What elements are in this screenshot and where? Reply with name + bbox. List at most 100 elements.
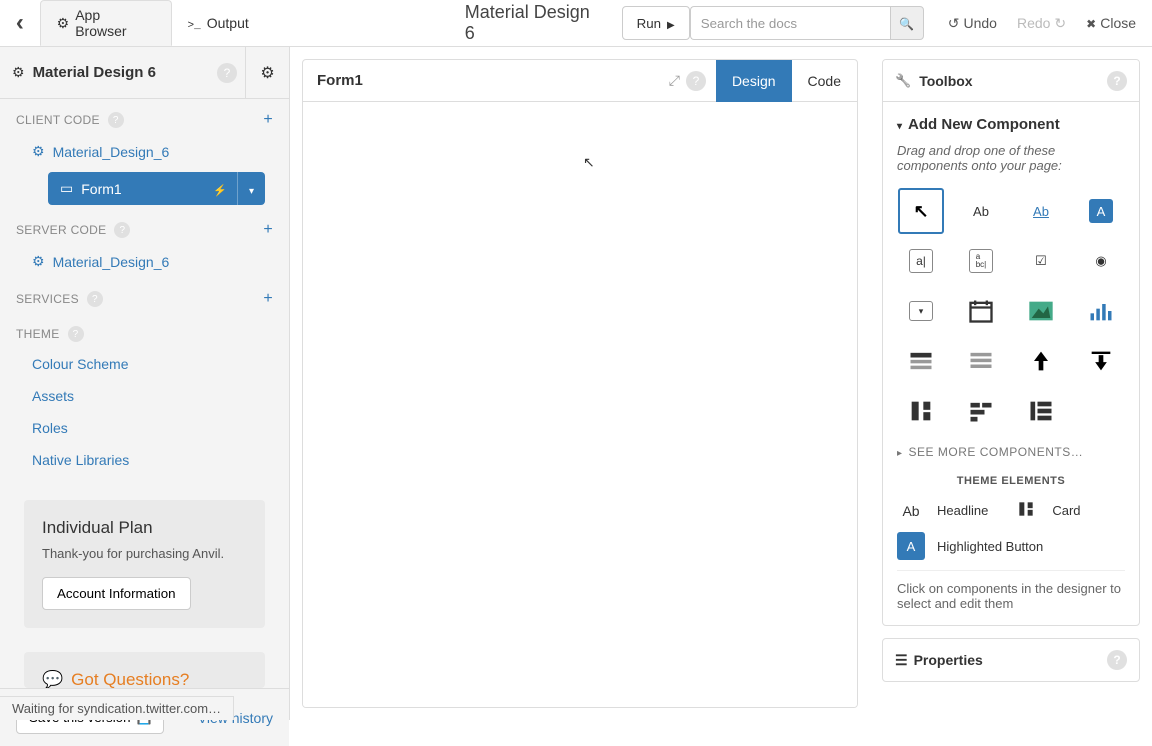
top-actions: Undo Redo Close: [924, 15, 1152, 32]
component-plot[interactable]: [1077, 287, 1125, 335]
properties-header[interactable]: Properties ?: [883, 639, 1139, 681]
tab-label: App Browser: [75, 7, 154, 39]
help-icon[interactable]: ?: [68, 326, 84, 342]
see-more-components[interactable]: SEE MORE COMPONENTS…: [897, 435, 1125, 469]
theme-elements-heading: THEME ELEMENTS: [897, 469, 1125, 499]
terminal-icon: [188, 15, 201, 32]
run-button[interactable]: Run: [622, 6, 690, 40]
form-card: Form1 ? Design Code ↖: [302, 59, 858, 708]
theme-colour-scheme[interactable]: Colour Scheme: [0, 348, 289, 380]
theme-roles[interactable]: Roles: [0, 412, 289, 444]
component-datagrid[interactable]: [897, 337, 945, 385]
component-dropdown[interactable]: ▾: [897, 287, 945, 335]
sidebar: Material Design 6 ? CLIENT CODE ? + Mate…: [0, 47, 290, 720]
component-datepicker[interactable]: [957, 287, 1005, 335]
client-module[interactable]: Material_Design_6: [0, 135, 289, 168]
component-fileloader-down[interactable]: [1077, 337, 1125, 385]
component-radio[interactable]: ◉: [1077, 237, 1125, 285]
right-panel: Toolbox ? Add New Component Drag and dro…: [870, 47, 1152, 720]
back-button[interactable]: [0, 0, 40, 46]
component-empty: [1077, 387, 1125, 435]
click-hint: Click on components in the designer to s…: [897, 570, 1125, 611]
component-image[interactable]: [1017, 287, 1065, 335]
help-icon[interactable]: ?: [217, 63, 237, 83]
redo-icon: [1054, 15, 1066, 32]
tab-app-browser[interactable]: App Browser: [40, 0, 172, 46]
search-icon: [899, 16, 914, 31]
chevron-down-icon: [897, 116, 902, 133]
run-label: Run: [637, 16, 661, 31]
cogs-icon: [32, 253, 45, 270]
help-icon[interactable]: ?: [108, 112, 124, 128]
questions-box[interactable]: 💬 Got Questions?: [24, 652, 265, 688]
section-server-code: SERVER CODE ? +: [0, 209, 289, 245]
topbar: App Browser Output Material Design 6 Run…: [0, 0, 1152, 47]
theme-native-libraries[interactable]: Native Libraries: [0, 444, 289, 476]
form-dropdown[interactable]: [237, 172, 265, 205]
help-icon[interactable]: ?: [87, 291, 103, 307]
design-canvas[interactable]: ↖: [303, 102, 857, 707]
component-button[interactable]: A: [1077, 187, 1125, 235]
center-panel: Form1 ? Design Code ↖: [290, 47, 870, 720]
component-checkbox[interactable]: ☑: [1017, 237, 1065, 285]
component-fileloader-up[interactable]: [1017, 337, 1065, 385]
component-label[interactable]: Ab: [957, 187, 1005, 235]
plan-thanks: Thank-you for purchasing Anvil.: [42, 546, 247, 561]
component-link[interactable]: Ab: [1017, 187, 1065, 235]
section-services: SERVICES ? +: [0, 278, 289, 314]
close-button[interactable]: Close: [1086, 15, 1136, 31]
add-server-code[interactable]: +: [263, 221, 273, 239]
theme-headline[interactable]: Ab Headline: [897, 499, 988, 522]
component-flow-panel[interactable]: [957, 387, 1005, 435]
component-grid: Ab Ab A a| abc| ☑ ◉ ▾: [897, 187, 1125, 435]
server-module[interactable]: Material_Design_6: [0, 245, 289, 278]
component-column-panel[interactable]: [897, 387, 945, 435]
tab-label: Output: [207, 15, 249, 31]
cogs-icon: [32, 143, 45, 160]
cursor-icon: [913, 201, 928, 222]
app-title: Material Design 6: [465, 2, 604, 44]
tab-output[interactable]: Output: [172, 0, 265, 46]
search-button[interactable]: [890, 6, 924, 40]
wrench-icon: [895, 72, 911, 89]
toolbox-header: Toolbox ?: [883, 60, 1139, 102]
gear-icon: [260, 63, 274, 83]
account-info-button[interactable]: Account Information: [42, 577, 191, 610]
help-icon[interactable]: ?: [1107, 650, 1127, 670]
add-service[interactable]: +: [263, 290, 273, 308]
form-title: Form1: [317, 72, 363, 89]
label-icon: Ab: [897, 503, 925, 519]
tab-design[interactable]: Design: [716, 60, 792, 102]
section-theme: THEME ?: [0, 314, 289, 348]
help-icon[interactable]: ?: [686, 71, 706, 91]
help-icon[interactable]: ?: [1107, 71, 1127, 91]
sliders-icon: [895, 652, 906, 669]
cogs-icon: [57, 15, 70, 32]
plan-title: Individual Plan: [42, 518, 247, 538]
add-client-code[interactable]: +: [263, 111, 273, 129]
play-icon: [667, 16, 675, 31]
toolbox-card: Toolbox ? Add New Component Drag and dro…: [882, 59, 1140, 626]
back-icon: [16, 17, 24, 34]
undo-button[interactable]: Undo: [948, 15, 997, 32]
add-component-desc: Drag and drop one of these components on…: [897, 143, 1125, 173]
component-textbox[interactable]: a|: [897, 237, 945, 285]
component-textarea[interactable]: abc|: [957, 237, 1005, 285]
component-repeating-panel[interactable]: [957, 337, 1005, 385]
close-icon: [1086, 15, 1096, 31]
component-spacer[interactable]: [897, 187, 945, 235]
card-icon: [1012, 499, 1040, 522]
sidebar-header: Material Design 6 ?: [0, 47, 289, 99]
search-input[interactable]: [690, 6, 890, 40]
theme-highlighted-button[interactable]: A Highlighted Button: [897, 532, 1125, 560]
theme-card[interactable]: Card: [1012, 499, 1080, 522]
status-bar: Waiting for syndication.twitter.com…: [0, 696, 234, 720]
tab-code[interactable]: Code: [792, 60, 857, 102]
form-item-selected[interactable]: Form1: [48, 172, 265, 205]
component-linear-panel[interactable]: [1017, 387, 1065, 435]
help-icon[interactable]: ?: [114, 222, 130, 238]
settings-button[interactable]: [245, 47, 289, 99]
expand-icon[interactable]: [669, 72, 680, 89]
theme-assets[interactable]: Assets: [0, 380, 289, 412]
add-component-title: Add New Component: [897, 116, 1125, 133]
